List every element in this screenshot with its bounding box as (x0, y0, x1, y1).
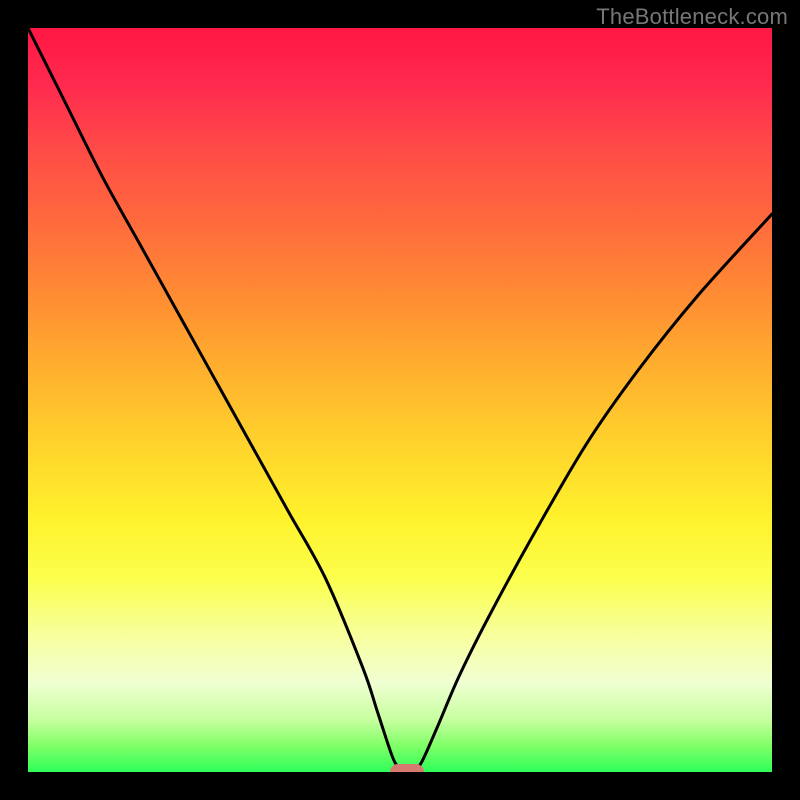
optimal-point-marker (390, 764, 424, 772)
watermark-text: TheBottleneck.com (596, 4, 788, 30)
chart-frame: TheBottleneck.com (0, 0, 800, 800)
plot-area (28, 28, 772, 772)
bottleneck-curve (28, 28, 772, 772)
